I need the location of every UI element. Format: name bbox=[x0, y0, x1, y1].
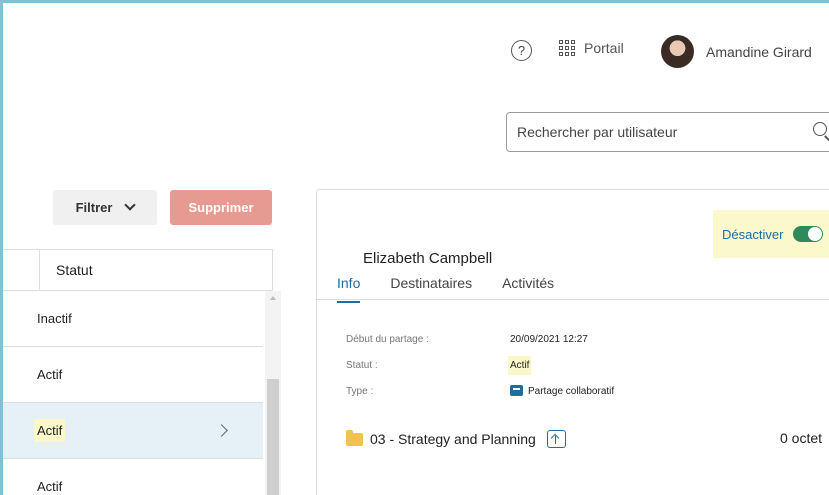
chevron-down-icon bbox=[124, 199, 137, 211]
user-name: Amandine Girard bbox=[706, 43, 812, 60]
row-status: Actif bbox=[37, 367, 63, 382]
row-status: Actif bbox=[34, 419, 66, 442]
help-icon[interactable]: ? bbox=[511, 40, 532, 61]
user-menu[interactable]: Amandine Girard bbox=[661, 35, 812, 68]
tabs-divider bbox=[317, 299, 829, 300]
app-window: ? Portail Amandine Girard Filtrer Suppri… bbox=[0, 0, 829, 495]
table-row-selected[interactable]: Actif bbox=[3, 403, 263, 459]
scroll-up-icon[interactable] bbox=[270, 296, 276, 300]
scrollbar-thumb[interactable] bbox=[267, 379, 279, 495]
status-value: Actif bbox=[508, 356, 532, 375]
column-divider bbox=[39, 249, 40, 291]
row-status: Actif bbox=[37, 479, 63, 494]
chevron-right-icon[interactable] bbox=[215, 424, 228, 437]
filter-label: Filtrer bbox=[75, 200, 113, 215]
filter-button[interactable]: Filtrer bbox=[53, 190, 157, 225]
row-status: Inactif bbox=[37, 311, 72, 326]
delete-button[interactable]: Supprimer bbox=[170, 190, 272, 225]
folder-item[interactable]: 03 - Strategy and Planning bbox=[346, 429, 566, 448]
folder-size: 0 octet bbox=[780, 430, 823, 446]
status-label: Statut : bbox=[346, 360, 378, 371]
upload-icon[interactable] bbox=[546, 430, 566, 448]
start-date-value: 20/09/2021 12:27 bbox=[510, 334, 588, 345]
avatar bbox=[661, 35, 694, 68]
table-row[interactable]: Inactif bbox=[3, 291, 263, 347]
type-value: Partage collaboratif bbox=[528, 386, 615, 397]
portal-label: Portail bbox=[584, 40, 624, 56]
table-row[interactable]: Actif bbox=[3, 459, 263, 495]
collaborative-share-icon bbox=[510, 385, 523, 396]
list-scrollbar[interactable] bbox=[265, 291, 281, 495]
apps-grid-icon bbox=[559, 40, 575, 56]
detail-panel: Elizabeth Campbell Désactiver Info Desti… bbox=[316, 189, 829, 495]
search-icon[interactable] bbox=[813, 122, 827, 136]
deactivate-label: Désactiver bbox=[722, 226, 784, 242]
folder-icon bbox=[346, 429, 363, 446]
table-row[interactable]: Actif bbox=[3, 347, 263, 403]
active-toggle[interactable] bbox=[793, 226, 824, 242]
folder-name: 03 - Strategy and Planning bbox=[370, 431, 536, 447]
start-date-label: Début du partage : bbox=[346, 334, 429, 345]
type-value-group: Partage collaboratif bbox=[510, 385, 614, 397]
column-header-status[interactable]: Statut bbox=[56, 262, 93, 278]
panel-title: Elizabeth Campbell bbox=[363, 250, 493, 267]
search-box bbox=[506, 112, 829, 152]
search-input[interactable] bbox=[517, 124, 797, 140]
type-label: Type : bbox=[346, 386, 374, 397]
table-header: Statut bbox=[3, 249, 273, 291]
portal-link[interactable]: Portail bbox=[559, 40, 624, 56]
deactivate-toggle-group[interactable]: Désactiver bbox=[713, 210, 829, 258]
share-list: Inactif Actif Actif Actif bbox=[3, 291, 263, 495]
